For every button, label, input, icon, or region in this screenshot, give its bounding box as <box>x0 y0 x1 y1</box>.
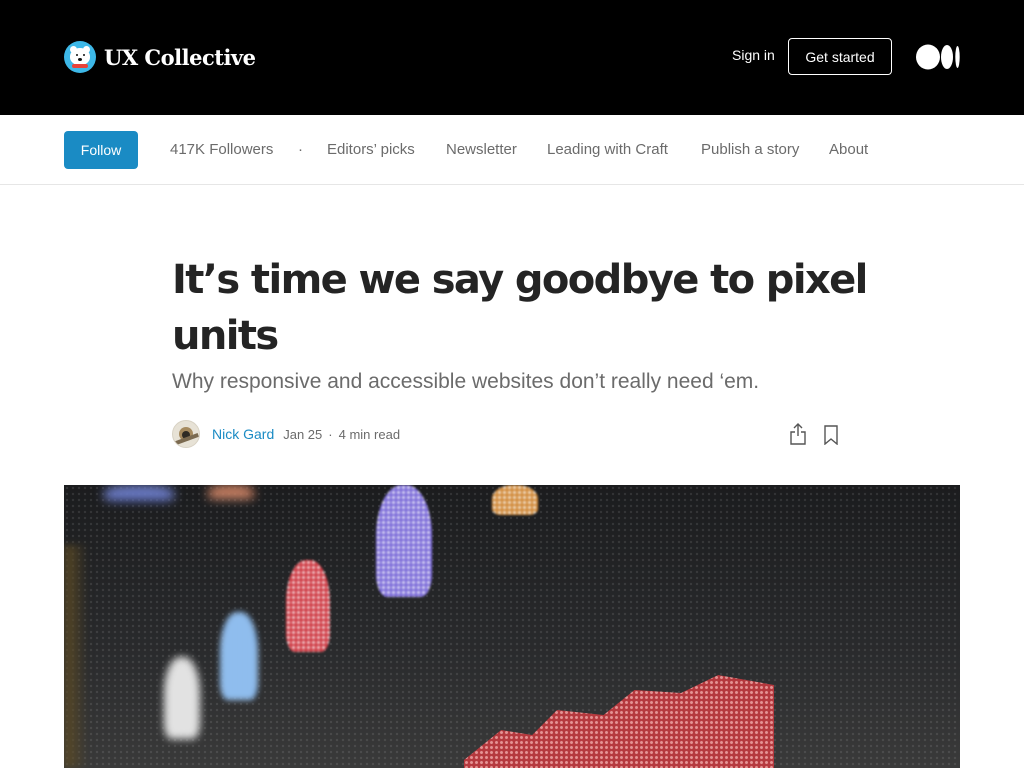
byline: Nick Gard Jan 25 · 4 min read <box>172 420 400 448</box>
nav-item-about[interactable]: About <box>829 141 868 158</box>
share-icon[interactable] <box>789 423 807 445</box>
nav-item-editors-picks[interactable]: Editors’ picks <box>327 141 415 158</box>
medium-logo-icon[interactable] <box>916 44 960 70</box>
read-time: 4 min read <box>338 426 401 442</box>
author-name-link[interactable]: Nick Gard <box>212 426 274 442</box>
nav-separator: · <box>298 141 303 158</box>
publication-nav: Follow 417K Followers · Editors’ picks N… <box>0 115 1024 185</box>
article-title: It’s time we say goodbye to pixel units <box>172 257 868 359</box>
follow-button[interactable]: Follow <box>64 131 138 169</box>
followers-count[interactable]: 417K Followers <box>170 141 273 158</box>
brand-link[interactable]: UX Collective <box>64 41 256 73</box>
article-subtitle: Why responsive and accessible websites d… <box>172 370 760 393</box>
author-avatar[interactable] <box>172 420 200 448</box>
bookmark-icon[interactable] <box>823 425 839 445</box>
publish-date: Jan 25 <box>283 426 323 442</box>
get-started-button[interactable]: Get started <box>788 38 892 75</box>
brand-name: UX Collective <box>104 44 256 70</box>
byline-separator: · <box>328 426 333 442</box>
hero-image <box>64 485 960 768</box>
nav-item-leading-with-craft[interactable]: Leading with Craft <box>547 141 668 158</box>
top-header: UX Collective Sign in Get started <box>0 0 1024 115</box>
nav-item-publish-a-story[interactable]: Publish a story <box>701 141 799 158</box>
polar-bear-logo-icon <box>64 41 96 73</box>
nav-item-newsletter[interactable]: Newsletter <box>446 141 517 158</box>
sign-in-link[interactable]: Sign in <box>732 47 775 63</box>
